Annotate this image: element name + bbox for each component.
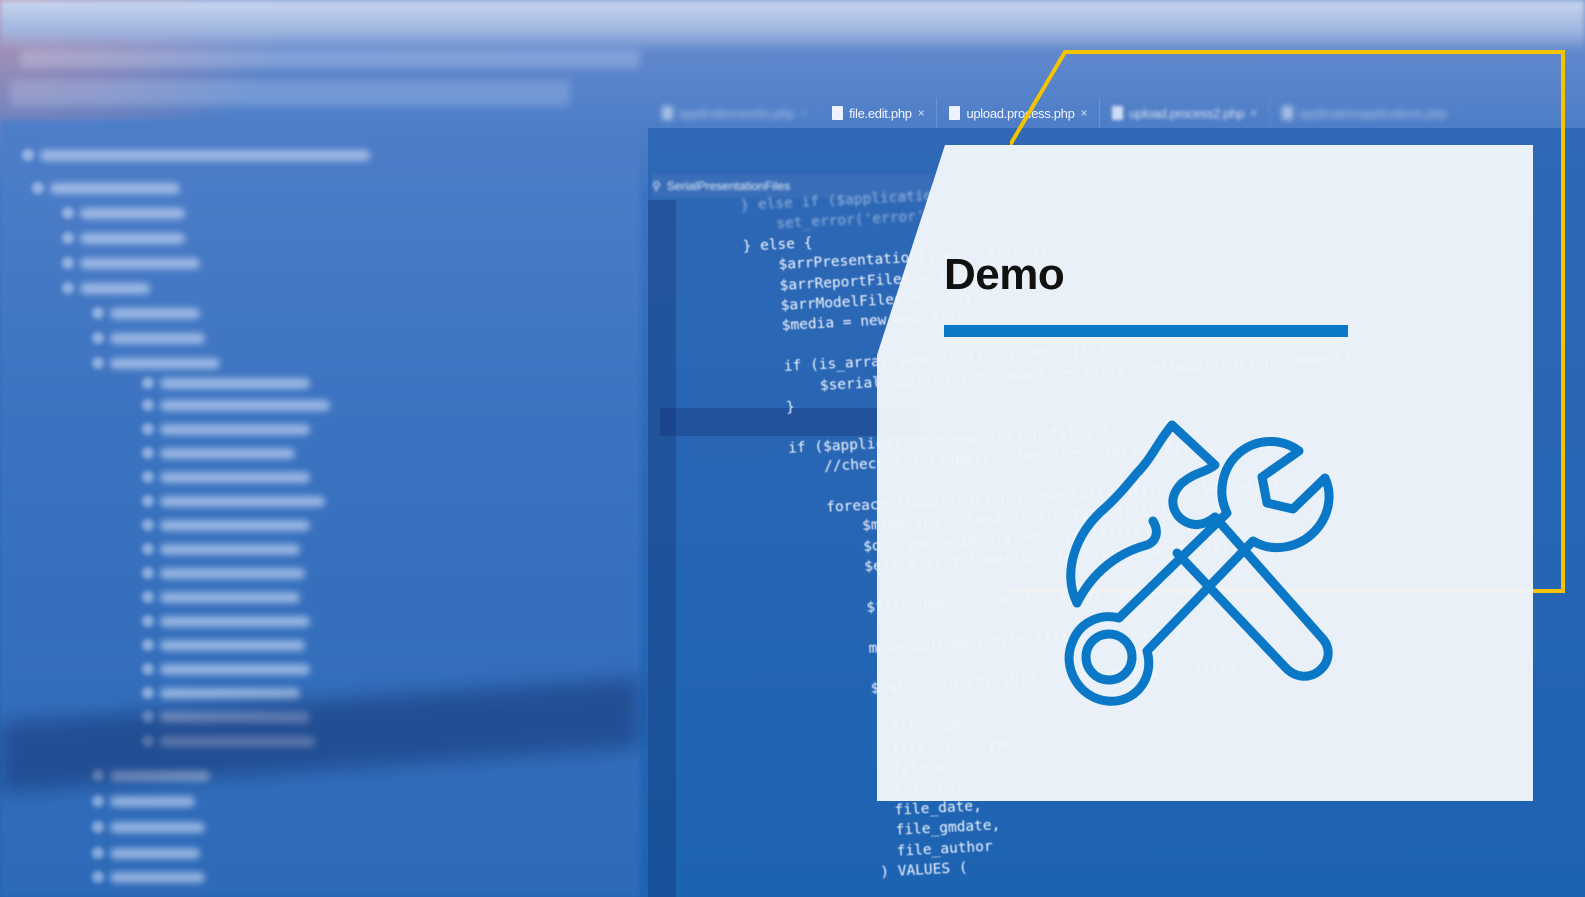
tree-node-icon (142, 495, 154, 507)
tree-node-label (160, 496, 325, 507)
tree-node-label (160, 568, 305, 579)
demo-card: Demo (877, 145, 1533, 801)
tree-node-label (110, 822, 205, 833)
tree-node-label (110, 333, 205, 344)
ide-title-bar (0, 0, 1585, 52)
tree-node-icon (142, 399, 154, 411)
tree-node-label (50, 183, 180, 194)
ide-toolbar (10, 80, 570, 106)
editor-tab-label: applicationworks.php (679, 105, 795, 121)
title-underline (944, 325, 1348, 337)
tree-node-label (110, 872, 205, 883)
tree-node-label (160, 544, 300, 555)
tree-node-label (110, 848, 200, 859)
tree-node-icon (142, 471, 154, 483)
tree-node-label (80, 233, 185, 244)
tree-node-label (110, 358, 220, 369)
tree-node-icon (62, 232, 74, 244)
tree-node-label (160, 664, 310, 675)
file-filter-label: SerialPresentationFiles (666, 179, 791, 193)
php-file-icon (832, 106, 844, 120)
tree-node-icon (142, 423, 154, 435)
tree-node-label (160, 378, 310, 389)
tree-node-icon (22, 149, 34, 161)
tree-node-icon (142, 687, 154, 699)
tree-node-label (110, 308, 200, 319)
tree-node-icon (32, 182, 44, 194)
tree-node-icon (92, 821, 104, 833)
tree-node-icon (62, 257, 74, 269)
tree-node-label (160, 640, 305, 651)
tree-node-icon (142, 543, 154, 555)
tree-node-icon (142, 663, 154, 675)
tree-node-icon (92, 307, 104, 319)
tree-node-icon (62, 282, 74, 294)
tree-node-label (40, 150, 370, 161)
tree-node-icon (142, 447, 154, 459)
tree-node-label (160, 400, 330, 411)
tree-node-icon (92, 795, 104, 807)
tree-node-label (160, 592, 300, 603)
ide-menu-bar (20, 50, 640, 68)
tree-node-label (160, 448, 295, 459)
tree-node-label (110, 796, 195, 807)
tree-node-label (80, 208, 185, 219)
tree-node-icon (142, 639, 154, 651)
tree-node-icon (92, 871, 104, 883)
editor-tab[interactable]: file.edit.php × (820, 98, 938, 128)
tree-node-icon (142, 615, 154, 627)
search-icon: ⚲ (652, 179, 661, 193)
editor-gutter (648, 200, 676, 897)
close-icon[interactable]: × (800, 106, 807, 120)
tree-node-icon (92, 847, 104, 859)
tree-node-label (160, 472, 310, 483)
tree-node-label (160, 520, 310, 531)
editor-tab-label: file.edit.php (849, 105, 912, 121)
tree-node-icon (142, 567, 154, 579)
tree-node-icon (142, 377, 154, 389)
tree-node-icon (142, 591, 154, 603)
php-file-icon (662, 106, 673, 120)
tree-node-label (160, 616, 310, 627)
editor-tab[interactable]: applicationworks.php × (650, 98, 821, 128)
wrench-and-screwdriver-icon (1064, 420, 1334, 706)
tree-node-icon (92, 332, 104, 344)
close-icon[interactable]: × (918, 106, 925, 120)
tree-node-label (160, 688, 300, 699)
tree-node-icon (142, 519, 154, 531)
card-title: Demo (944, 250, 1065, 299)
tree-node-label (80, 258, 200, 269)
tree-node-label (80, 283, 150, 294)
tree-node-icon (62, 207, 74, 219)
tree-node-label (160, 424, 310, 435)
tree-node-icon (92, 357, 104, 369)
php-file-icon (949, 106, 961, 120)
